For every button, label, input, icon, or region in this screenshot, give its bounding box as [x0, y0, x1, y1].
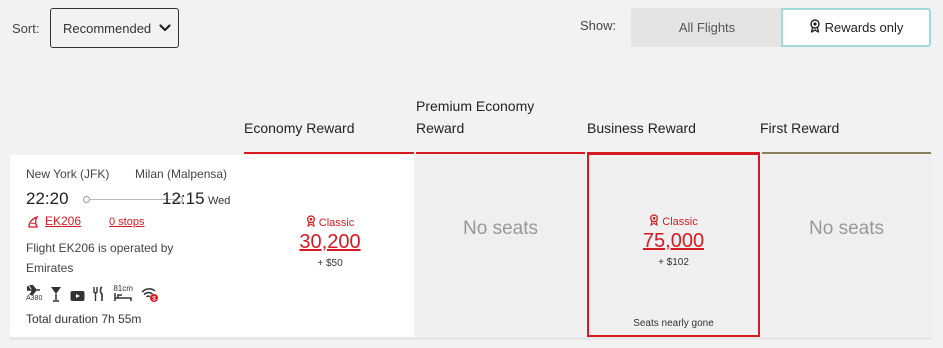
fare-cell-business[interactable]: Classic 75,000 + $102 Seats nearly gone [587, 153, 760, 337]
all-flights-label: All Flights [678, 20, 736, 35]
depart-time: 22:20 [26, 189, 69, 208]
rewards-only-toggle[interactable]: Rewards only [781, 8, 931, 47]
rewards-only-label: Rewards only [824, 20, 904, 35]
column-divider-premium-economy [416, 152, 585, 154]
route-start-dot [83, 196, 90, 203]
column-header-economy: Economy Reward [244, 120, 355, 136]
flight-card: New York (JFK) Milan (Malpensa) 22:20 12… [10, 155, 246, 337]
aircraft-type: A380 [26, 295, 43, 302]
fare-business: Classic 75,000 + $102 [589, 214, 758, 268]
no-seats-text: No seats [809, 218, 884, 239]
seat-pitch: 81cm [113, 284, 133, 293]
column-header-business: Business Reward [587, 120, 696, 136]
arrive-time: 12:15 [162, 189, 205, 208]
total-duration: Total duration 7h 55m [26, 312, 142, 326]
fare-tax-business: + $102 [658, 257, 689, 268]
fare-cell-premium-economy: No seats [416, 155, 585, 337]
stops-link[interactable]: 0 stops [109, 216, 144, 228]
reward-ribbon-icon [809, 19, 821, 36]
sort-dropdown[interactable]: Recommended [50, 8, 179, 48]
seat-bed-icon: 81cm [113, 285, 133, 302]
arrive-day: Wed [208, 195, 231, 207]
column-header-premium-economy: Premium Economy Reward [416, 98, 535, 136]
fare-cell-economy[interactable]: Classic 30,200 + $50 [246, 155, 414, 337]
fare-points-business[interactable]: 75,000 [589, 230, 758, 253]
plane-icon: A380 [26, 285, 42, 302]
entertainment-icon [70, 290, 85, 302]
show-label: Show: [580, 18, 617, 33]
fare-type-label: Classic [318, 216, 355, 229]
airline-logo-icon [26, 215, 40, 234]
operated-by-text: Flight EK206 is operated by Emirates [26, 241, 174, 275]
column-header-first: First Reward [760, 120, 840, 136]
all-flights-toggle[interactable]: All Flights [631, 8, 783, 47]
wifi-paid-icon: $ [141, 286, 159, 302]
seats-nearly-gone-note: Seats nearly gone [633, 318, 714, 329]
results-bottom-border [10, 337, 931, 340]
svg-text:$: $ [152, 296, 156, 303]
reward-ribbon-icon [306, 215, 316, 230]
bar-icon [50, 286, 62, 302]
fare-economy: Classic 30,200 + $50 [246, 215, 414, 269]
flight-number-link[interactable]: EK206 [45, 214, 81, 228]
reward-ribbon-icon [649, 214, 659, 229]
column-divider-economy [244, 152, 414, 154]
fare-cell-first: No seats [762, 155, 931, 337]
fare-type-label: Classic [662, 215, 698, 228]
destination-city: Milan (Malpensa) [135, 167, 228, 181]
sort-selected-value: Recommended [63, 20, 152, 36]
amenities-row: A380 81cm $ [26, 285, 159, 302]
column-divider-first [762, 152, 931, 154]
origin-city: New York (JFK) [26, 167, 110, 181]
no-seats-text: No seats [463, 218, 538, 239]
sort-label: Sort: [12, 21, 40, 36]
fare-points-economy[interactable]: 30,200 [246, 231, 414, 254]
dining-icon [93, 286, 105, 302]
fare-tax-economy: + $50 [317, 258, 343, 269]
chevron-down-icon [152, 24, 178, 32]
